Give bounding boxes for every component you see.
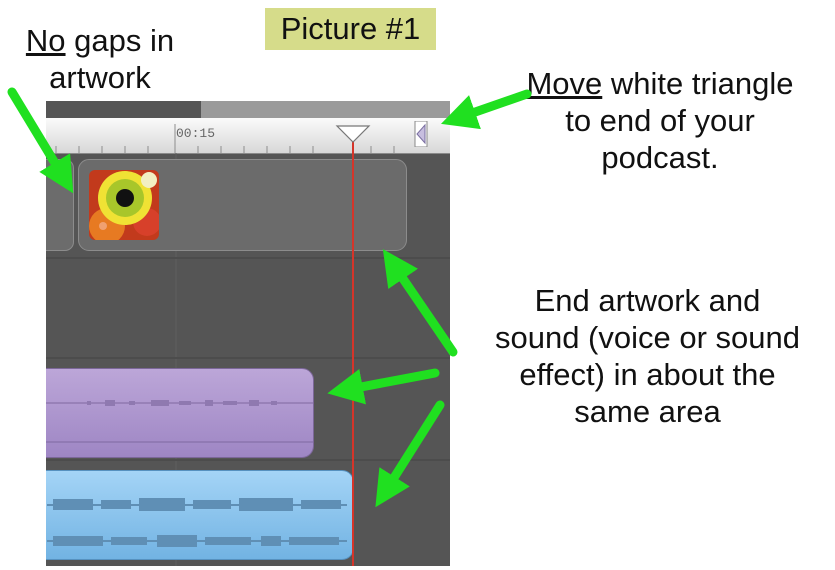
arrow-icon	[382, 249, 458, 357]
arrow-icon	[375, 400, 445, 508]
arrow-icon	[440, 89, 532, 130]
annotation-arrows	[7, 87, 532, 508]
arrow-icon	[327, 368, 440, 405]
arrow-icon	[7, 87, 74, 194]
